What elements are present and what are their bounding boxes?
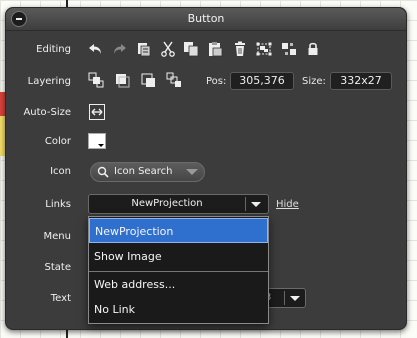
label-icon: Icon xyxy=(50,166,71,177)
panel-title: Button xyxy=(187,12,225,25)
autosize-width-icon[interactable] xyxy=(89,104,105,120)
hide-link[interactable]: Hide xyxy=(276,199,299,210)
lock-icon[interactable] xyxy=(305,41,321,57)
send-backward-icon[interactable] xyxy=(140,72,156,88)
delete-icon[interactable] xyxy=(232,41,248,57)
size-label: Size: xyxy=(302,76,326,87)
links-select[interactable]: NewProjection xyxy=(88,194,269,214)
cut-icon[interactable] xyxy=(160,41,176,57)
ungroup-icon[interactable] xyxy=(281,41,297,57)
select-divider xyxy=(245,197,246,211)
position-label: Pos: xyxy=(206,76,227,87)
panel-titlebar[interactable]: Button xyxy=(6,8,406,31)
icon-search-button[interactable]: Icon Search xyxy=(90,162,205,182)
label-layering: Layering xyxy=(27,76,71,87)
label-text: Text xyxy=(50,293,71,304)
links-selected-value: NewProjection xyxy=(131,198,203,209)
chevron-down-icon xyxy=(251,202,261,207)
size-field[interactable]: 332x27 xyxy=(330,72,392,90)
menu-item-web-address[interactable]: Web address... xyxy=(89,272,268,297)
label-autosize: Auto-Size xyxy=(23,107,71,118)
color-swatch[interactable] xyxy=(88,133,106,149)
paste-style-icon[interactable] xyxy=(136,41,152,57)
menu-item-show-image[interactable]: Show Image xyxy=(89,244,268,269)
redo-icon[interactable] xyxy=(111,41,127,57)
label-links: Links xyxy=(45,199,71,210)
label-color: Color xyxy=(44,136,71,147)
links-dropdown-menu: NewProjection Show Image Web address... … xyxy=(88,216,269,324)
search-icon xyxy=(97,166,109,178)
label-editing: Editing xyxy=(36,44,71,55)
label-menu: Menu xyxy=(43,231,71,242)
menu-item-no-link[interactable]: No Link xyxy=(89,297,268,322)
undo-icon[interactable] xyxy=(88,41,104,57)
send-to-back-icon[interactable] xyxy=(166,72,182,88)
chevron-down-icon xyxy=(290,296,300,301)
group-icon[interactable] xyxy=(256,41,272,57)
label-state: State xyxy=(44,262,71,273)
bring-forward-icon[interactable] xyxy=(114,72,130,88)
chevron-down-icon xyxy=(186,169,198,175)
paste-icon[interactable] xyxy=(207,41,223,57)
icon-search-label: Icon Search xyxy=(114,166,173,177)
position-field[interactable]: 305,376 xyxy=(230,72,294,90)
menu-item-new-projection[interactable]: NewProjection xyxy=(89,218,268,243)
copy-icon[interactable] xyxy=(183,41,199,57)
bring-to-front-icon[interactable] xyxy=(88,72,104,88)
select-divider xyxy=(284,291,285,305)
